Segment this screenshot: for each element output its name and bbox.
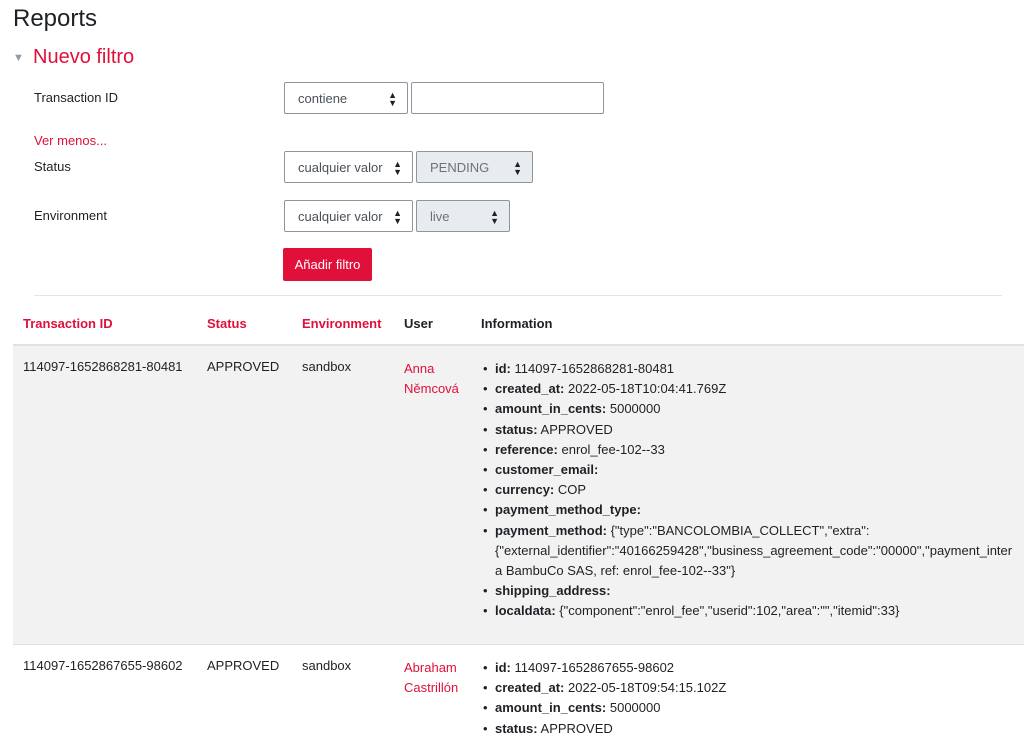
- info-item-continuation: a BambuCo SAS, ref: enrol_fee-102--33"}: [495, 563, 736, 579]
- table-row: 114097-1652867655-98602 APPROVED sandbox…: [13, 644, 1024, 734]
- info-item: currency: COP: [483, 480, 1024, 500]
- cell-user: Anna Němcová: [394, 345, 471, 645]
- cell-environment: sandbox: [292, 345, 394, 645]
- info-item: payment_method: {"type":"BANCOLOMBIA_COL…: [483, 521, 1024, 541]
- table-header-row: Transaction ID Status Environment User I…: [13, 303, 1024, 346]
- status-operator-select[interactable]: cualquier valor ▲ ▼: [284, 151, 413, 183]
- information-list: id: 114097-1652868281-80481 created_at: …: [481, 359, 1024, 622]
- column-header-environment[interactable]: Environment: [292, 303, 394, 346]
- info-item: id: 114097-1652868281-80481: [483, 359, 1024, 379]
- info-item: reference: enrol_fee-102--33: [483, 440, 1024, 460]
- environment-value: live: [430, 208, 450, 224]
- cell-environment: sandbox: [292, 644, 394, 734]
- transaction-id-operator-value: contiene: [298, 90, 348, 106]
- cell-information: id: 114097-1652868281-80481 created_at: …: [471, 345, 1024, 645]
- column-header-information: Information: [471, 303, 1024, 346]
- user-link[interactable]: Anna Němcová: [404, 359, 471, 399]
- info-item: shipping_address:: [483, 581, 1024, 601]
- info-item: localdata: {"component":"enrol_fee","use…: [483, 601, 1024, 621]
- add-filter-button[interactable]: Añadir filtro: [283, 248, 372, 281]
- select-arrows-icon: ▲ ▼: [393, 208, 402, 226]
- new-filter-header[interactable]: ▼ Nuevo filtro: [13, 46, 134, 69]
- environment-filter-label: Environment: [34, 208, 107, 223]
- transaction-id-value-input[interactable]: [411, 82, 604, 114]
- environment-operator-select[interactable]: cualquier valor ▲ ▼: [284, 200, 413, 232]
- environment-operator-value: cualquier valor: [298, 208, 383, 224]
- transaction-id-filter-label: Transaction ID: [34, 90, 119, 105]
- cell-information: id: 114097-1652867655-98602 created_at: …: [471, 644, 1024, 734]
- column-header-user: User: [394, 303, 471, 346]
- cell-transaction-id: 114097-1652867655-98602: [13, 644, 197, 734]
- cell-status: APPROVED: [197, 345, 292, 645]
- user-last-name: Němcová: [404, 381, 459, 396]
- user-last-name: Castrillón: [404, 680, 459, 695]
- cell-user: Abraham Castrillón: [394, 644, 471, 734]
- info-item: payment_method_type:: [483, 500, 1024, 520]
- cell-status: APPROVED: [197, 644, 292, 734]
- table-row: 114097-1652868281-80481 APPROVED sandbox…: [13, 345, 1024, 645]
- select-arrows-icon: ▲ ▼: [388, 90, 397, 108]
- info-item: created_at: 2022-05-18T09:54:15.102Z: [483, 678, 1024, 698]
- status-value-select: PENDING ▲ ▼: [416, 151, 533, 183]
- info-item: status: APPROVED: [483, 420, 1024, 440]
- filter-divider: [34, 295, 1002, 296]
- column-header-status[interactable]: Status: [197, 303, 292, 346]
- info-item: amount_in_cents: 5000000: [483, 698, 1024, 718]
- collapse-triangle-icon[interactable]: ▼: [13, 52, 33, 64]
- status-value: PENDING: [430, 159, 490, 175]
- status-operator-value: cualquier valor: [298, 159, 383, 175]
- reports-table-container[interactable]: Transaction ID Status Environment User I…: [13, 303, 1024, 734]
- select-arrows-icon: ▲ ▼: [393, 159, 402, 177]
- select-arrows-icon: ▲ ▼: [513, 159, 522, 177]
- page-title: Reports: [13, 5, 98, 32]
- information-list: id: 114097-1652867655-98602 created_at: …: [481, 658, 1024, 734]
- info-item: amount_in_cents: 5000000: [483, 399, 1024, 419]
- user-link[interactable]: Abraham Castrillón: [404, 658, 471, 698]
- user-first-name: Abraham: [404, 660, 457, 675]
- status-filter-label: Status: [34, 159, 71, 174]
- info-item: id: 114097-1652867655-98602: [483, 658, 1024, 678]
- select-arrows-icon: ▲ ▼: [490, 208, 499, 226]
- new-filter-title[interactable]: Nuevo filtro: [33, 46, 134, 69]
- transaction-id-operator-select[interactable]: contiene ▲ ▼: [284, 82, 408, 114]
- info-item-continuation: {"external_identifier":"40166259428","bu…: [495, 542, 1013, 558]
- info-item: status: APPROVED: [483, 719, 1024, 734]
- info-item: customer_email:: [483, 460, 1024, 480]
- reports-table: Transaction ID Status Environment User I…: [13, 303, 1024, 734]
- column-header-transaction-id[interactable]: Transaction ID: [13, 303, 197, 346]
- info-item: created_at: 2022-05-18T10:04:41.769Z: [483, 379, 1024, 399]
- show-less-link[interactable]: Ver menos...: [34, 133, 107, 148]
- environment-value-select: live ▲ ▼: [416, 200, 510, 232]
- user-first-name: Anna: [404, 361, 435, 376]
- cell-transaction-id: 114097-1652868281-80481: [13, 345, 197, 645]
